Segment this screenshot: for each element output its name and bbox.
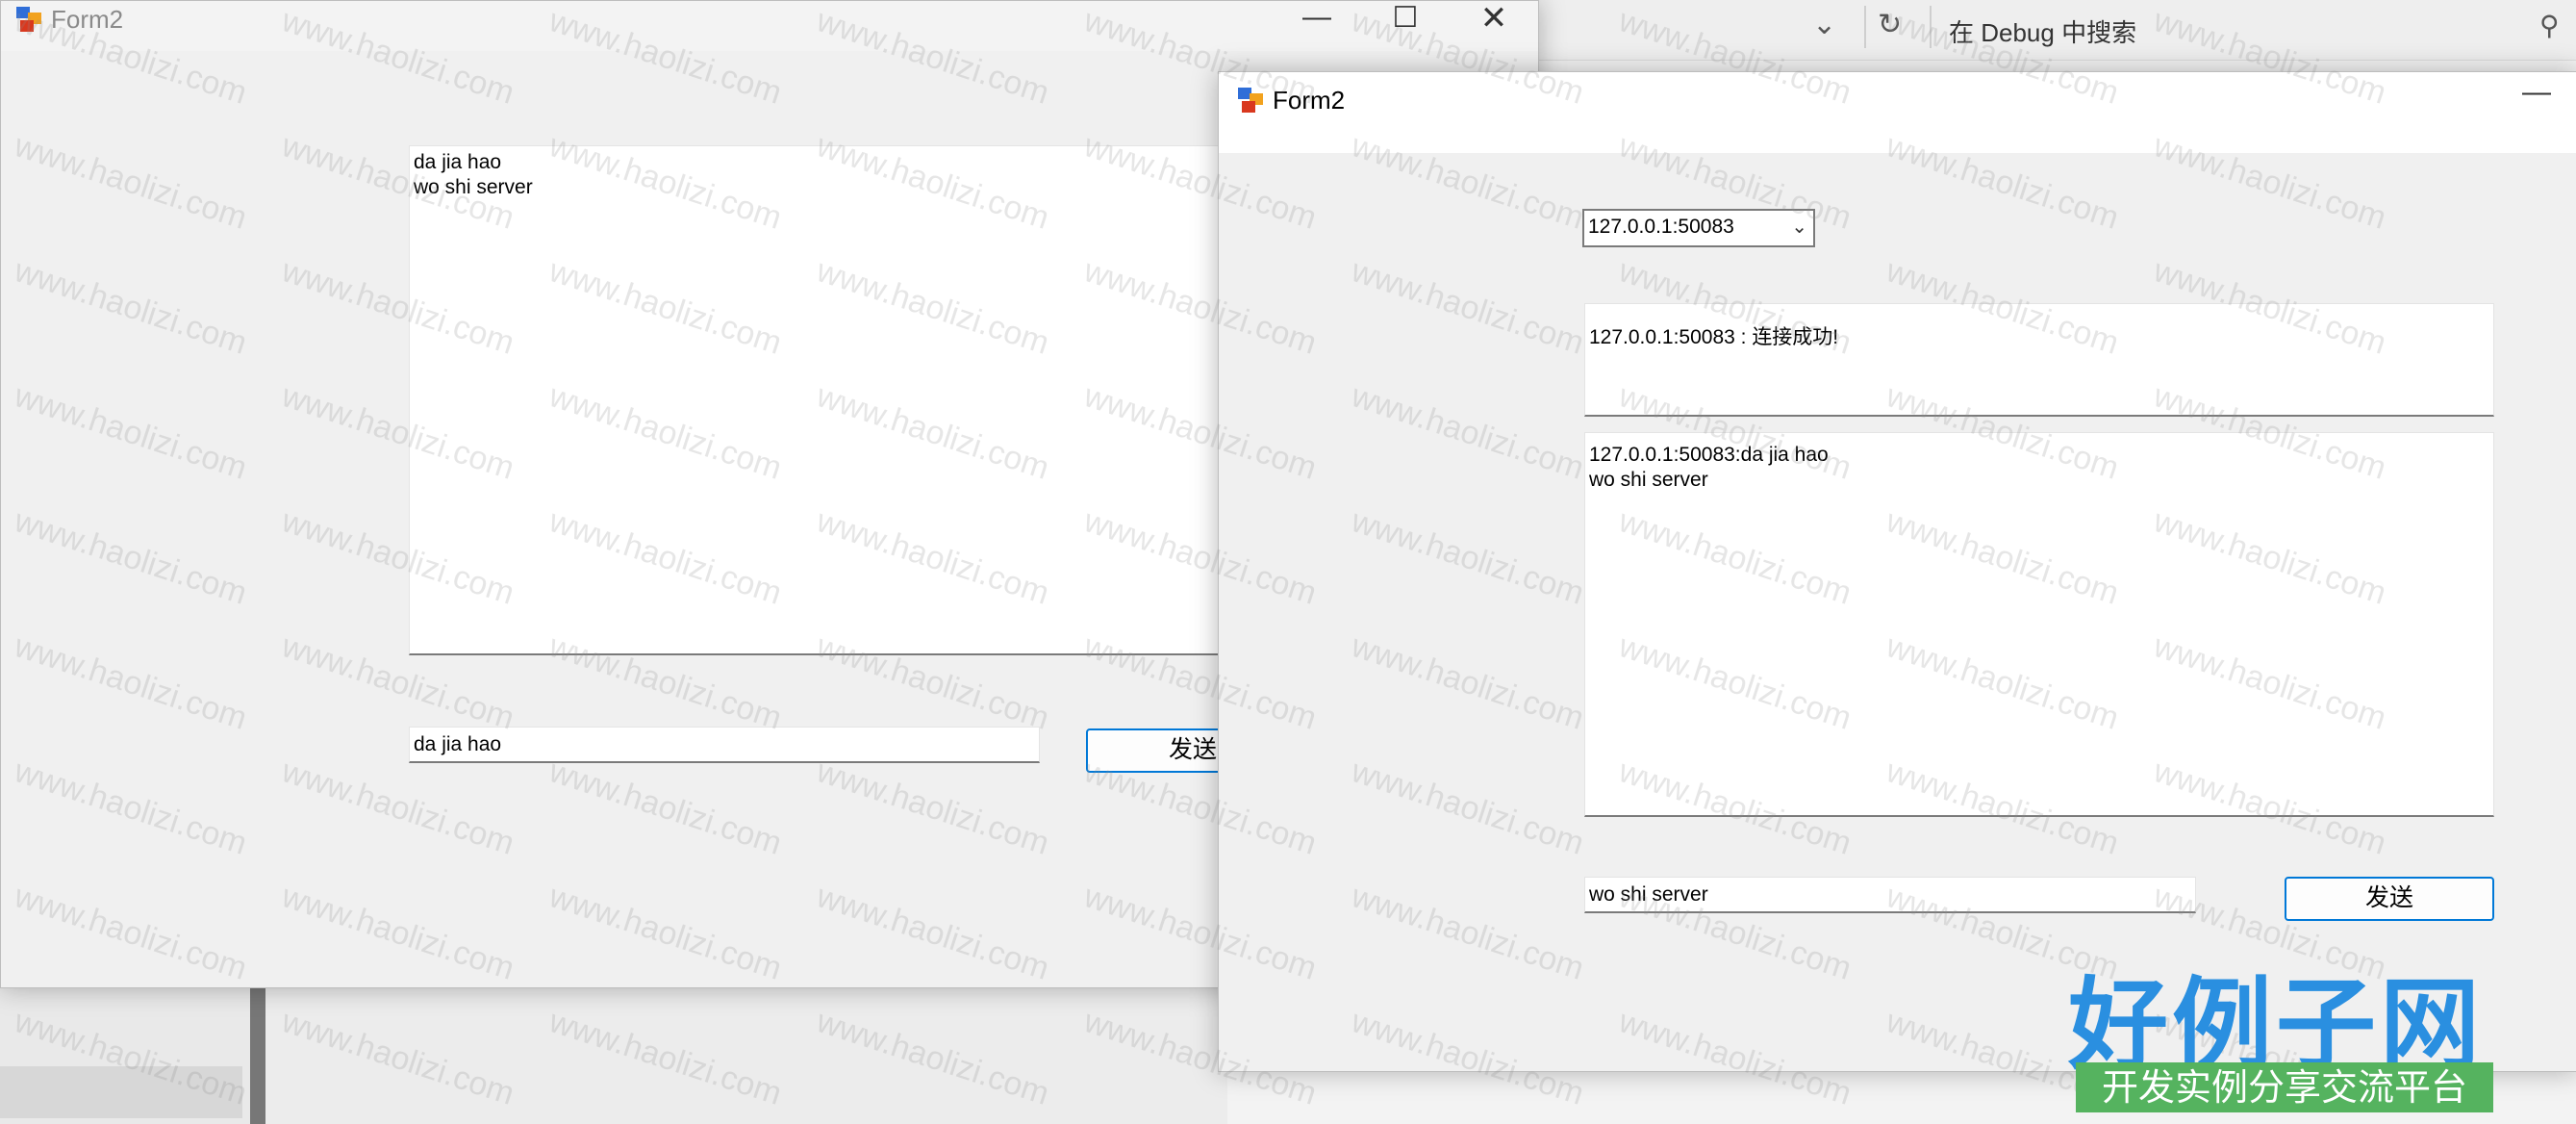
chevron-down-icon[interactable]: ⌄ (1812, 8, 1836, 41)
client-select[interactable]: 127.0.0.1:50083 ⌄ (1582, 209, 1815, 247)
ide-search-input[interactable]: 在 Debug 中搜索 (1949, 13, 2136, 49)
app-icon (1238, 88, 1265, 113)
minimize-icon[interactable]: — (2508, 76, 2565, 109)
message-input[interactable]: wo shi server (1584, 877, 2196, 913)
window-title: Form2 (1273, 86, 1346, 115)
toolbar-divider (1930, 6, 1932, 48)
ide-editor-area (265, 986, 1227, 1124)
site-logo-tagline: 开发实例分享交流平台 (2076, 1062, 2493, 1112)
refresh-icon[interactable]: ↻ (1878, 8, 1902, 41)
window-title: Form2 (51, 5, 124, 34)
app-icon (16, 7, 43, 32)
ide-side-panel-item[interactable] (0, 1066, 242, 1118)
chevron-down-icon[interactable]: ⌄ (1791, 211, 1807, 243)
client-select-value: 127.0.0.1:50083 (1588, 216, 1734, 238)
received-messages-textbox[interactable]: da jia hao wo shi server (409, 145, 1275, 655)
ide-splitter[interactable] (250, 986, 265, 1124)
titlebar[interactable]: Form2 — ☐ ✕ (1, 0, 1538, 51)
close-icon[interactable]: ✕ (1465, 0, 1523, 38)
message-input[interactable]: da jia hao (409, 727, 1040, 763)
status-textbox[interactable]: 127.0.0.1:50083 : 连接成功! (1584, 303, 2494, 417)
message-log-textbox[interactable]: 127.0.0.1:50083:da jia hao wo shi server (1584, 432, 2494, 817)
send-button[interactable]: 发送 (2285, 877, 2494, 921)
minimize-icon[interactable]: — (1288, 1, 1346, 34)
client-form-window: Form2 — 127.0.0.1:50083 ⌄ 127.0.0.1:5008… (1218, 71, 2576, 1072)
titlebar[interactable]: Form2 — (1219, 72, 2576, 153)
toolbar-divider (1864, 6, 1866, 48)
search-icon[interactable]: ⚲ (2539, 10, 2560, 41)
maximize-icon[interactable]: ☐ (1376, 1, 1434, 35)
